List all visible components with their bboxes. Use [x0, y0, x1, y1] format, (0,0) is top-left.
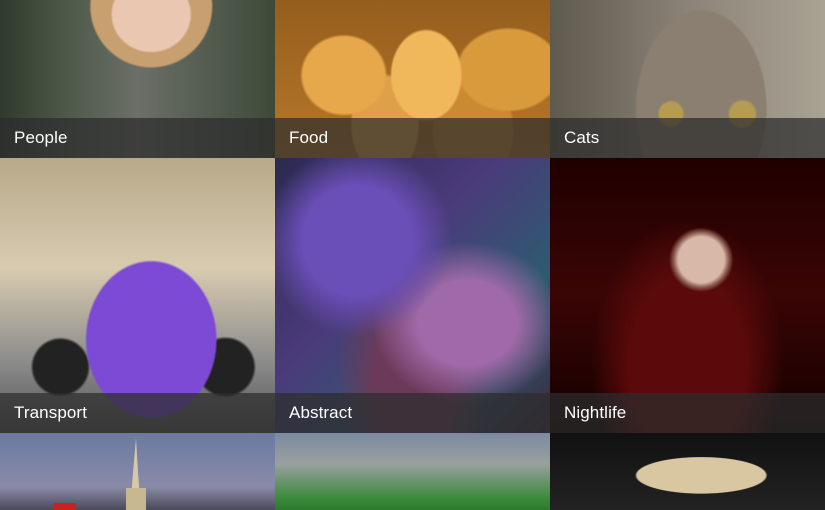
category-tile-sports[interactable]: [275, 433, 550, 510]
category-tile-nightlife[interactable]: Nightlife: [550, 158, 825, 433]
category-grid: People Food Cats Transport Abstract Nigh…: [0, 0, 825, 510]
city-image: [0, 433, 275, 510]
category-tile-food[interactable]: Food: [275, 0, 550, 158]
category-tile-cats[interactable]: Cats: [550, 0, 825, 158]
caption-bar: Food: [275, 118, 550, 158]
transport-image: [0, 158, 275, 433]
category-tile-people[interactable]: People: [0, 0, 275, 158]
category-label-transport: Transport: [14, 403, 88, 422]
abstract-image: [275, 158, 550, 433]
caption-bar: Cats: [550, 118, 825, 158]
category-label-people: People: [14, 128, 68, 147]
sports-image: [275, 433, 550, 510]
category-tile-city[interactable]: [0, 433, 275, 510]
category-label-abstract: Abstract: [289, 403, 353, 422]
category-tile-transport[interactable]: Transport: [0, 158, 275, 433]
category-label-nightlife: Nightlife: [564, 403, 627, 422]
category-tile-fashion[interactable]: [550, 433, 825, 510]
caption-bar: Transport: [0, 393, 275, 433]
caption-bar: People: [0, 118, 275, 158]
nightlife-image: [550, 158, 825, 433]
category-tile-abstract[interactable]: Abstract: [275, 158, 550, 433]
fashion-image: [550, 433, 825, 510]
skyline-icon: [54, 438, 146, 510]
caption-bar: Nightlife: [550, 393, 825, 433]
category-label-food: Food: [289, 128, 329, 147]
caption-bar: Abstract: [275, 393, 550, 433]
category-label-cats: Cats: [564, 128, 600, 147]
